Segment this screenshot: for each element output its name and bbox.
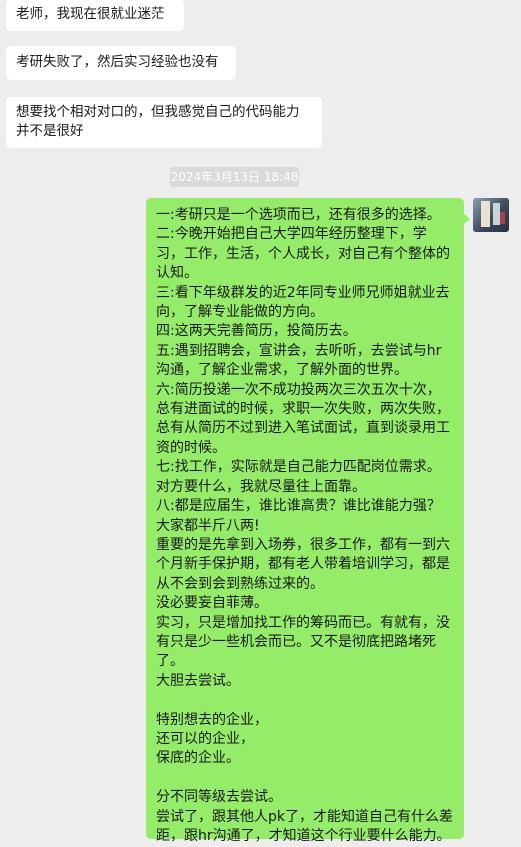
outgoing-message-bubble[interactable]: 一:考研只是一个选项而已，还有很多的选择。 二:今晚开始把自己大学四年经历整理下… xyxy=(146,198,464,844)
message-timestamp: 2024年3月13日 18:48 xyxy=(170,167,299,187)
incoming-message-bubble[interactable]: 考研失败了，然后实习经验也没有 xyxy=(6,46,236,80)
message-text: 老师，我现在很就业迷茫 xyxy=(16,6,165,22)
message-text: 一:考研只是一个选项而已，还有很多的选择。 二:今晚开始把自己大学四年经历整理下… xyxy=(156,207,453,844)
avatar[interactable] xyxy=(473,198,509,232)
message-text: 考研失败了，然后实习经验也没有 xyxy=(16,54,219,70)
incoming-message-bubble[interactable]: 想要找个相对对口的，但我感觉自己的代码能力并不是很好 xyxy=(6,97,322,148)
incoming-message-bubble[interactable]: 老师，我现在很就业迷茫 xyxy=(6,0,184,31)
chat-window: 老师，我现在很就业迷茫 考研失败了，然后实习经验也没有 想要找个相对对口的，但我… xyxy=(0,0,521,847)
bubble-tail xyxy=(463,213,470,225)
message-text: 想要找个相对对口的，但我感觉自己的代码能力并不是很好 xyxy=(16,104,300,139)
